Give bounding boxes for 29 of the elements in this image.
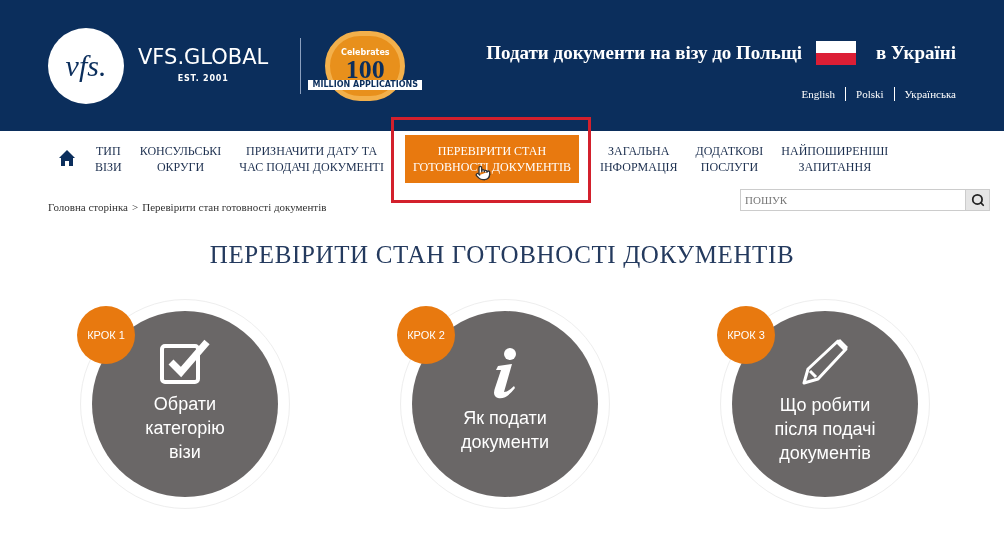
nav-tab[interactable]: ЗАГАЛЬНА ІНФОРМАЦІЯ <box>590 135 687 183</box>
breadcrumb-item: Перевірити стан готовності документів <box>142 200 327 215</box>
search-icon[interactable] <box>970 193 985 208</box>
search-field[interactable]: ПОШУК <box>740 189 966 212</box>
badge-ribbon: MILLION APPLICATIONS <box>308 79 423 90</box>
checkbox-icon <box>159 338 211 386</box>
home-icon[interactable] <box>58 149 76 167</box>
pencil-icon <box>800 337 850 387</box>
language-link[interactable]: English <box>801 85 836 102</box>
step-badge: КРОК 2 <box>397 306 455 364</box>
language-link[interactable]: Polski <box>856 85 884 102</box>
vfs-logo: vfs. <box>48 27 124 104</box>
poland-flag <box>816 41 857 66</box>
breadcrumb-separator: > <box>132 200 139 215</box>
language-link[interactable]: Українська <box>904 85 956 102</box>
nav-tab[interactable]: ДОДАТКОВІ ПОСЛУГИ <box>686 135 773 183</box>
nav-tab[interactable]: ТИП ВІЗИ <box>86 135 131 183</box>
step-badge: КРОК 3 <box>717 306 775 364</box>
nav-tab[interactable]: КОНСУЛЬСЬКІ ОКРУГИ <box>130 135 231 183</box>
established-text: EST. 2001 <box>177 72 229 85</box>
page-title: ПЕРЕВІРИТИ СТАН ГОТОВНОСТІ ДОКУМЕНТІВ <box>208 239 796 270</box>
nav-tab[interactable]: ПРИЗНАЧИТИ ДАТУ ТА ЧАС ПОДАЧІ ДОКУМЕНТІ <box>230 135 393 183</box>
nav-tab[interactable]: НАЙПОШИРЕНІШІ ЗАПИТАННЯ <box>772 135 898 183</box>
badge-caption: Celebrates <box>341 48 390 57</box>
step-badge: КРОК 1 <box>77 306 135 364</box>
breadcrumb-item[interactable]: Головна сторінка <box>48 199 128 216</box>
tagline-text: Подати документи на візу до Польщі <box>486 41 803 65</box>
tagline-country: в Україні <box>876 41 956 65</box>
brand-name: VFS.GLOBAL <box>138 46 269 68</box>
